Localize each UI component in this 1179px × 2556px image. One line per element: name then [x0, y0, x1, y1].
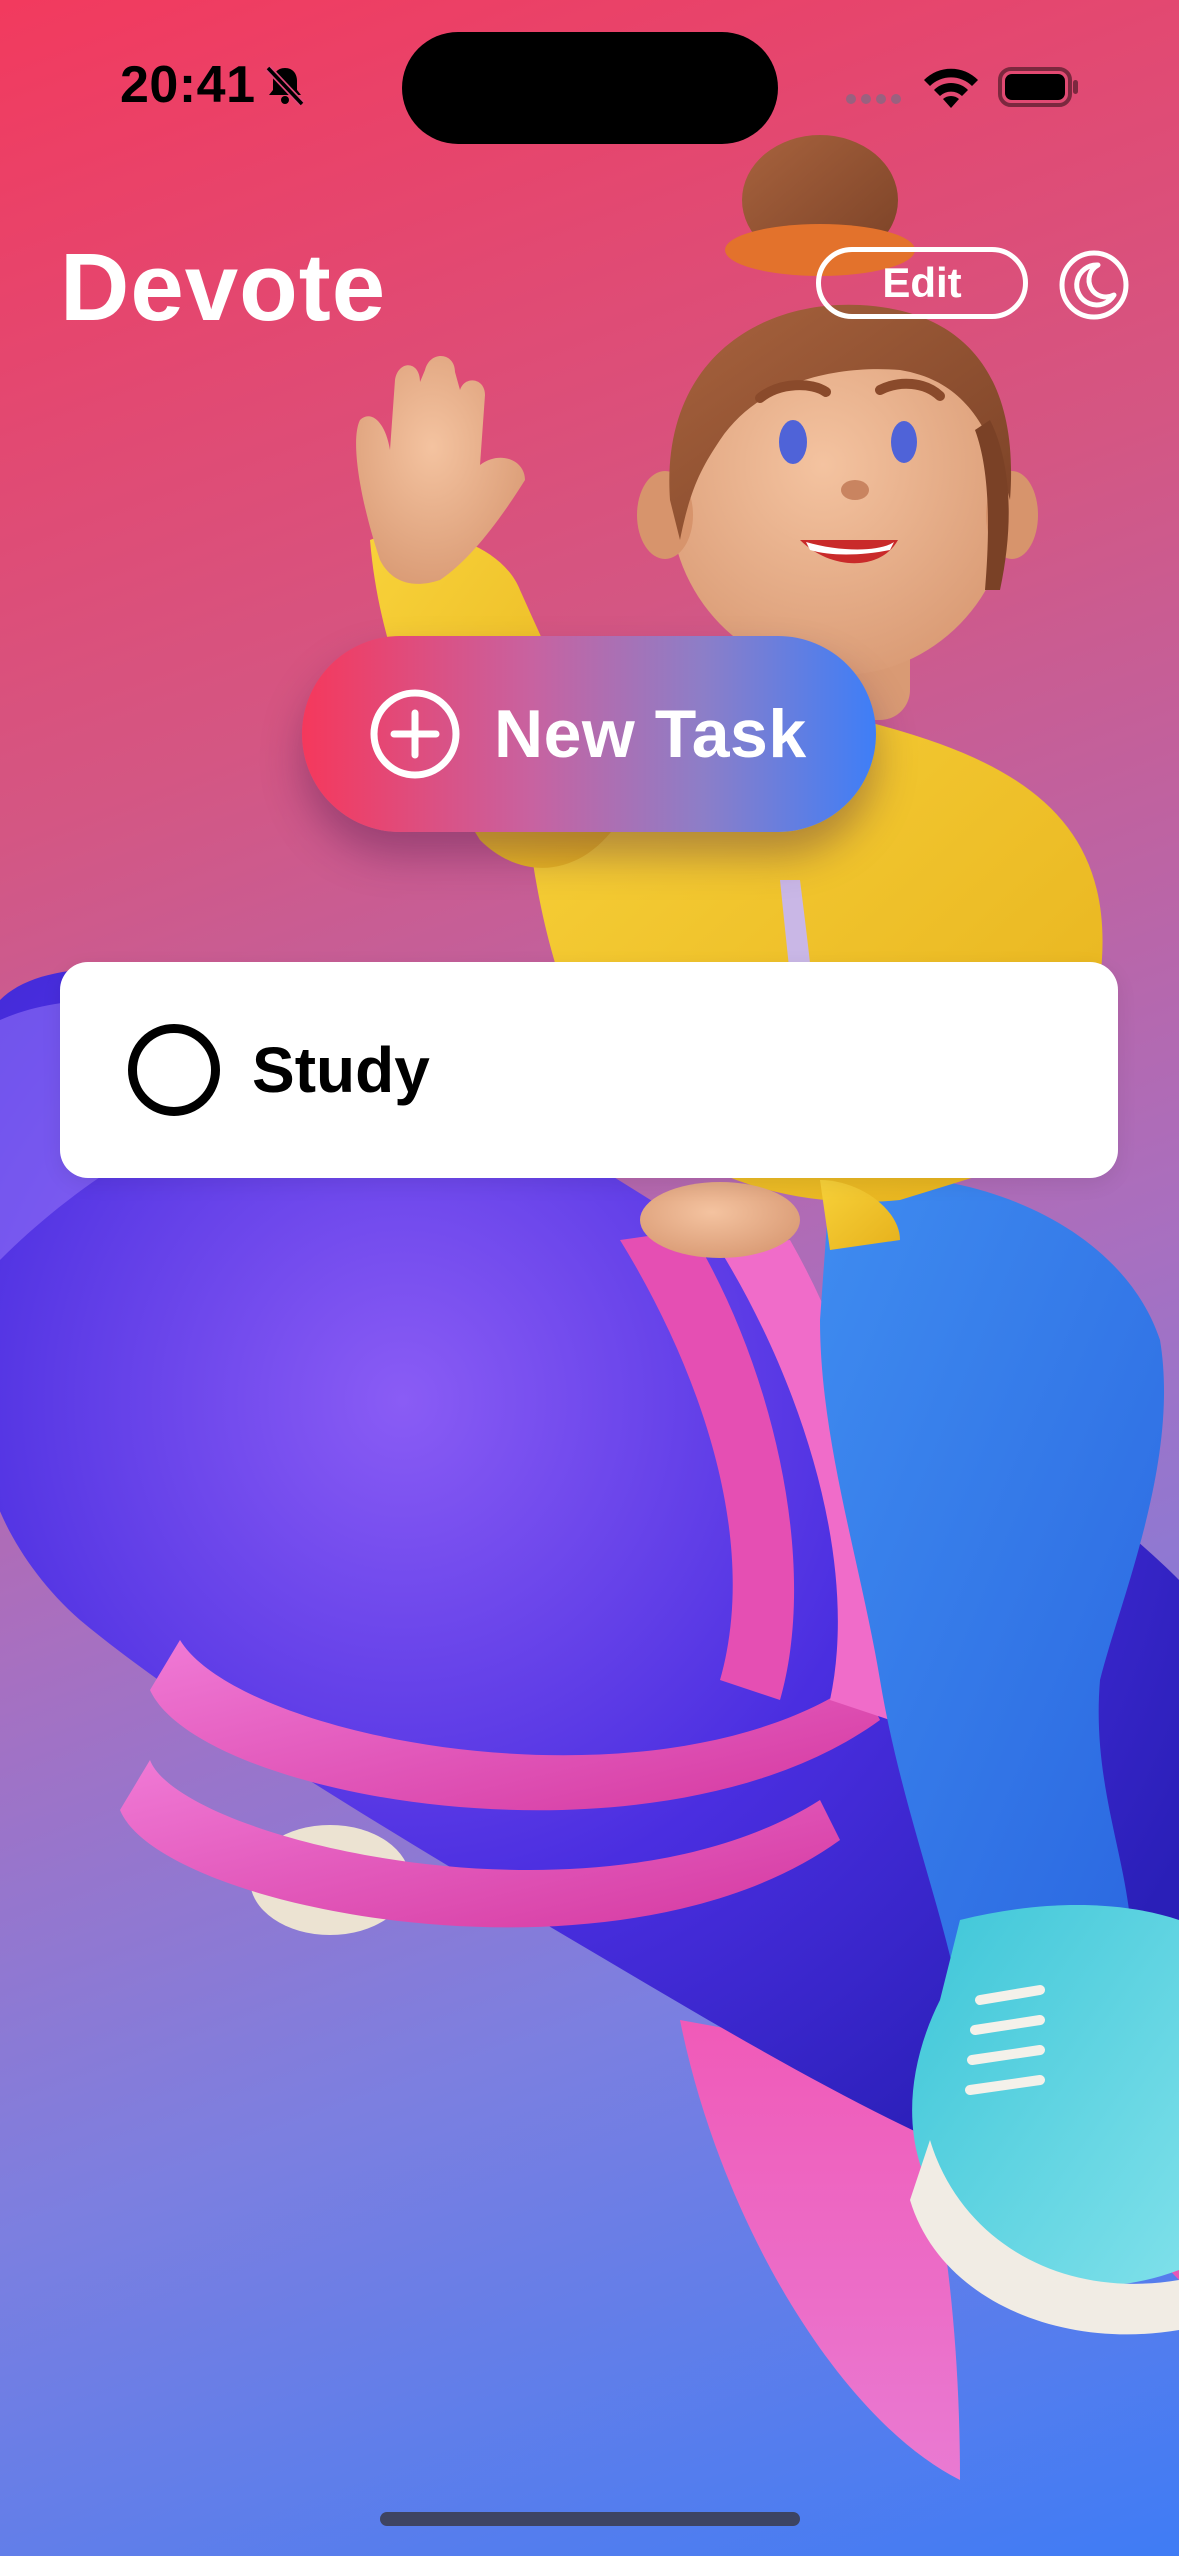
task-list: Study: [60, 962, 1118, 1178]
home-indicator[interactable]: [380, 2512, 800, 2526]
plus-circle-icon: [370, 689, 460, 779]
list-item[interactable]: Study: [60, 962, 1118, 1178]
girl-riding-rocket-illustration: [0, 135, 1179, 2480]
page-title: Devote: [60, 234, 387, 341]
new-task-label: New Task: [494, 696, 807, 772]
task-checkbox[interactable]: [128, 1024, 220, 1116]
new-task-button[interactable]: New Task: [302, 636, 876, 832]
wifi-icon: [924, 68, 978, 108]
app-screen: 20:41 Devote Edit New Task Study: [0, 0, 1179, 2556]
edit-button[interactable]: Edit: [816, 247, 1028, 319]
moon-icon[interactable]: [1058, 249, 1130, 321]
bell-slash-icon: [265, 65, 305, 107]
status-time: 20:41: [120, 56, 256, 114]
battery-icon: [998, 67, 1078, 107]
cellular-signal-icon: [846, 94, 901, 104]
task-title: Study: [252, 1034, 430, 1106]
dynamic-island: [402, 32, 778, 144]
